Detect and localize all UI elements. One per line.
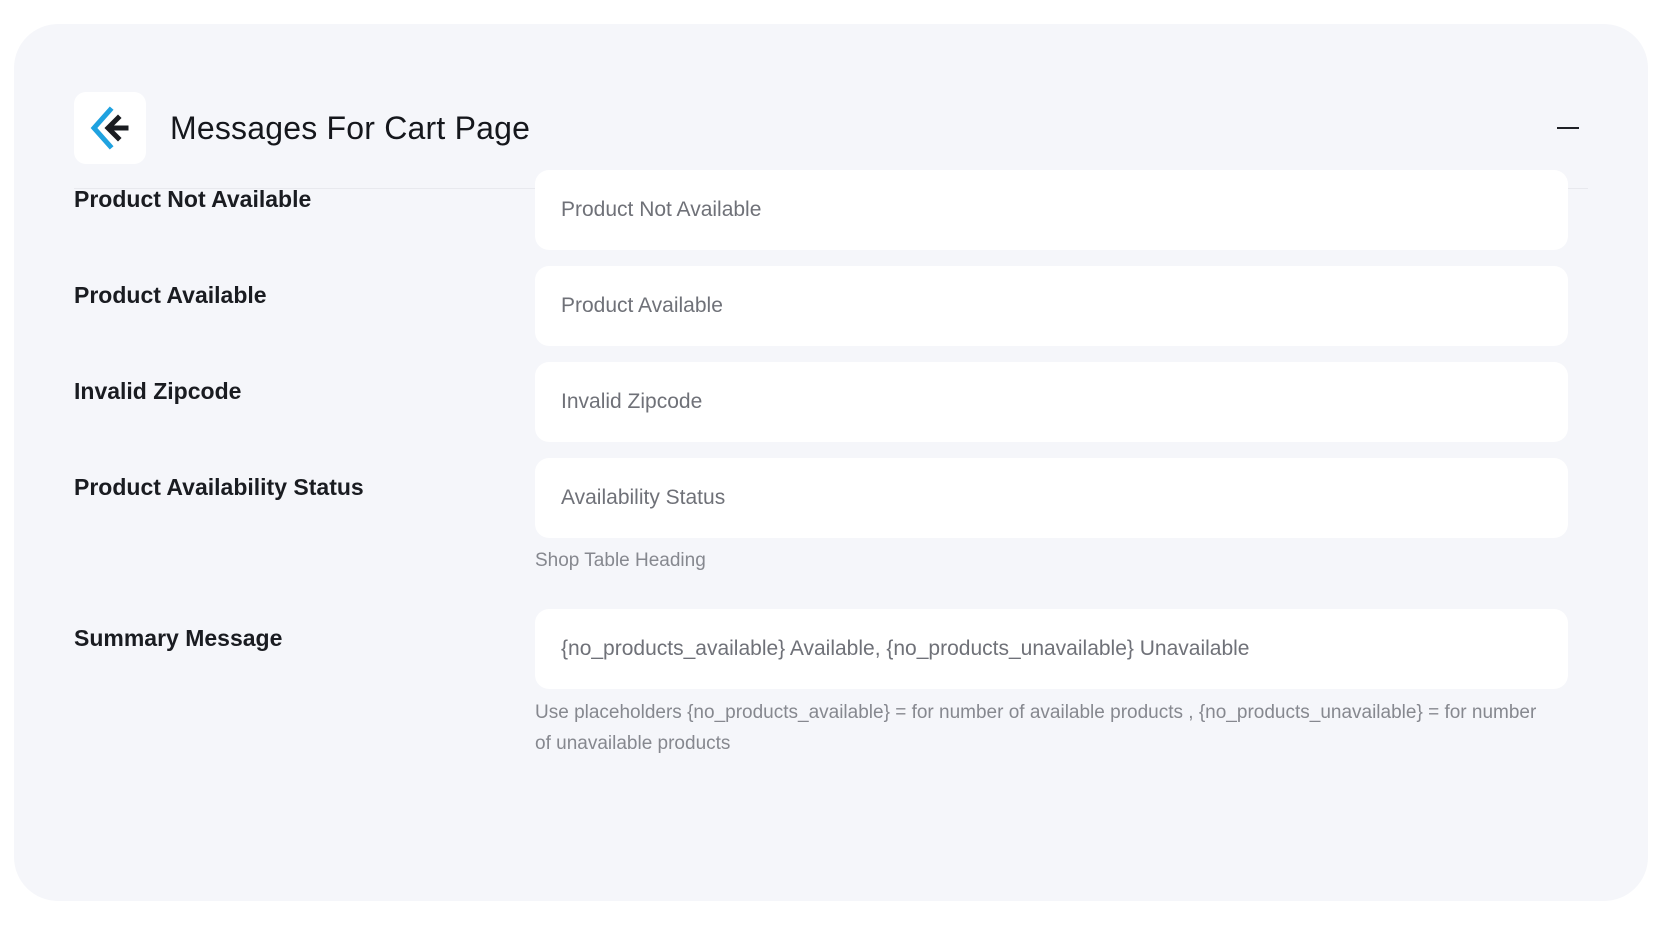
field-hint: Use placeholders {no_products_available}…	[535, 702, 1537, 754]
field-hint: Shop Table Heading	[535, 550, 706, 571]
availability-status-input[interactable]	[535, 458, 1568, 538]
summary-message-input[interactable]	[535, 609, 1568, 689]
product-not-available-input[interactable]	[535, 170, 1568, 250]
invalid-zipcode-input[interactable]	[535, 362, 1568, 442]
collapse-button[interactable]	[1548, 108, 1588, 148]
product-available-input[interactable]	[535, 266, 1568, 346]
field-label: Product Available	[74, 282, 267, 308]
logo	[74, 92, 146, 164]
field-label: Summary Message	[74, 625, 283, 651]
brand-chevron-logo-icon	[90, 106, 129, 150]
field-label: Product Availability Status	[74, 474, 364, 500]
field-label: Invalid Zipcode	[74, 378, 242, 404]
messages-panel: Messages For Cart Page Product Not Avail…	[14, 24, 1648, 901]
field-label: Product Not Available	[74, 186, 312, 212]
page-title: Messages For Cart Page	[170, 110, 531, 146]
minus-icon	[1557, 127, 1579, 129]
